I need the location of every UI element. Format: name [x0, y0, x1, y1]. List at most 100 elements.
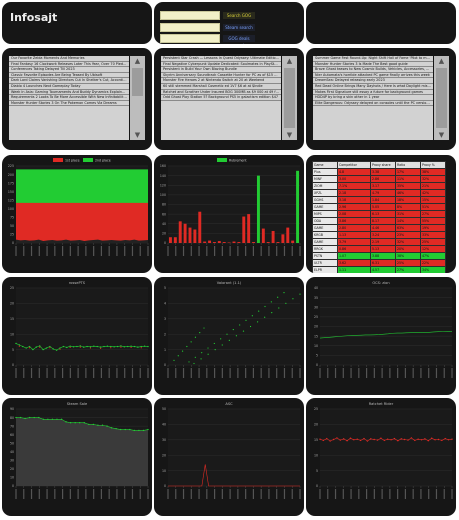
- scroll-thumb[interactable]: [132, 68, 143, 96]
- data-point-alt: [100, 347, 102, 349]
- y-tick-label: 0: [164, 484, 166, 488]
- table-cell: 3.79: [337, 238, 371, 246]
- news-card-3: Summer Game Fest Round-Up: Night Shift H…: [306, 48, 456, 150]
- plot-area: [168, 288, 300, 365]
- list-item[interactable]: Odd Ghost Play Station 5? Background PS5…: [161, 95, 281, 101]
- data-point: [356, 438, 358, 440]
- data-table: Game Competitor Proxy share Ratio Proxy % Plu…: [312, 161, 446, 273]
- scroll-thumb[interactable]: [436, 68, 447, 128]
- plot-area: [320, 409, 452, 486]
- x-tick-label: [85, 246, 87, 256]
- bar: [222, 242, 226, 243]
- x-tick-label: [342, 489, 344, 499]
- table-cell: 22%: [420, 259, 446, 267]
- x-tick-label: [221, 246, 223, 256]
- table-cell: XPZL: [312, 189, 338, 197]
- gog-search-input[interactable]: [160, 11, 220, 20]
- list-item[interactable]: Monster Hunter Stories 3 On The Pokemon …: [9, 101, 129, 107]
- data-point: [89, 346, 92, 348]
- data-point: [106, 345, 109, 347]
- y-tick-label: 20: [314, 423, 318, 427]
- x-tick-label: [38, 368, 40, 378]
- y-tick-label: 225: [8, 164, 14, 168]
- table-cell: 3.38: [370, 168, 396, 176]
- data-point: [33, 416, 35, 419]
- y-tick-label: 200: [8, 173, 14, 177]
- x-tick-label: [283, 489, 286, 499]
- data-point: [251, 315, 253, 317]
- gog-deals-search-button[interactable]: GOG deals search: [223, 35, 255, 44]
- gog-deals-input[interactable]: [160, 34, 220, 43]
- news-scrollbar-3[interactable]: ▲ ▼: [434, 56, 449, 140]
- scroll-down-icon[interactable]: ▼: [282, 130, 297, 140]
- news-scrollbar-1[interactable]: ▲ ▼: [130, 56, 145, 140]
- x-tick-label: [327, 489, 329, 499]
- table-cell: 12%: [420, 245, 446, 253]
- table-cell: 3.24: [370, 231, 396, 239]
- bar: [208, 240, 212, 243]
- data-point: [116, 345, 119, 348]
- x-tick-label: [15, 246, 17, 256]
- scroll-down-icon[interactable]: ▼: [434, 130, 449, 140]
- legend-swatch: [83, 158, 93, 162]
- x-tick-label: [190, 489, 192, 499]
- news-scrollbar-2[interactable]: ▲ ▼: [282, 56, 297, 140]
- table-cell: 3.17: [370, 182, 396, 190]
- data-point-alt: [39, 346, 41, 348]
- x-tick-label: [268, 246, 270, 256]
- steam-search-input[interactable]: [160, 23, 220, 32]
- y-tick-label: 25: [10, 286, 14, 290]
- y-tick-label: 50: [162, 407, 166, 411]
- news-list-3: Summer Game Fest Round-Up: Night Shift H…: [313, 56, 433, 140]
- table-cell: 3.86: [337, 217, 371, 225]
- scroll-up-icon[interactable]: ▲: [130, 56, 145, 66]
- table-row: Plus 4.8 3.38 17% 38%: [312, 168, 446, 176]
- search-gog-button[interactable]: Search GOG: [223, 12, 255, 19]
- x-tick-label: [412, 368, 414, 378]
- x-tick-label: [443, 368, 445, 378]
- scroll-up-icon[interactable]: ▲: [282, 56, 297, 66]
- x-tick-label: [435, 489, 438, 499]
- chart-card-8: 0 5 10 15 20 25 Ratchet Rider: [306, 398, 456, 516]
- table-cell: 32%: [395, 238, 421, 246]
- table-cell: ODA: [312, 217, 338, 225]
- steam-search-button[interactable]: Steam search: [223, 24, 255, 31]
- x-tick-label: [30, 489, 33, 499]
- bar: [198, 211, 202, 243]
- y-tick-label: 30: [162, 438, 166, 442]
- x-tick-label: [221, 489, 223, 499]
- y-tick-label: 160: [160, 164, 166, 168]
- x-tick-label: [182, 489, 185, 499]
- data-point-alt: [69, 346, 71, 349]
- data-point: [52, 348, 54, 350]
- data-point: [380, 437, 382, 439]
- table-cell: 42%: [420, 189, 446, 197]
- x-tick-label: [206, 368, 208, 378]
- x-tick-label: [299, 489, 301, 499]
- list-item[interactable]: Elite Dangerous: Odyssey delayed on cons…: [313, 101, 433, 107]
- data-point: [115, 427, 117, 430]
- scroll-down-icon[interactable]: ▼: [130, 130, 145, 140]
- x-tick-label: [213, 489, 216, 499]
- scroll-thumb[interactable]: [284, 68, 295, 128]
- x-tick-label: [327, 368, 329, 378]
- x-tick-label: [77, 489, 79, 499]
- table-cell: 3.88: [370, 252, 396, 260]
- data-point: [283, 292, 285, 294]
- bar: [183, 223, 187, 243]
- data-point: [194, 356, 196, 358]
- x-tick-label: [358, 368, 360, 378]
- data-point: [56, 418, 58, 420]
- x-tick-label: [77, 246, 79, 256]
- x-tick-label: [412, 489, 414, 499]
- x-tick-label: [229, 489, 231, 499]
- scroll-up-icon[interactable]: ▲: [434, 56, 449, 66]
- y-tick-label: 125: [8, 198, 14, 202]
- data-point: [93, 345, 95, 347]
- table-cell: 2.18: [337, 189, 371, 197]
- y-tick-label: 0: [12, 241, 14, 245]
- data-point: [226, 333, 228, 335]
- bar: [203, 241, 207, 243]
- x-tick-label: [100, 246, 103, 256]
- data-point: [407, 439, 409, 441]
